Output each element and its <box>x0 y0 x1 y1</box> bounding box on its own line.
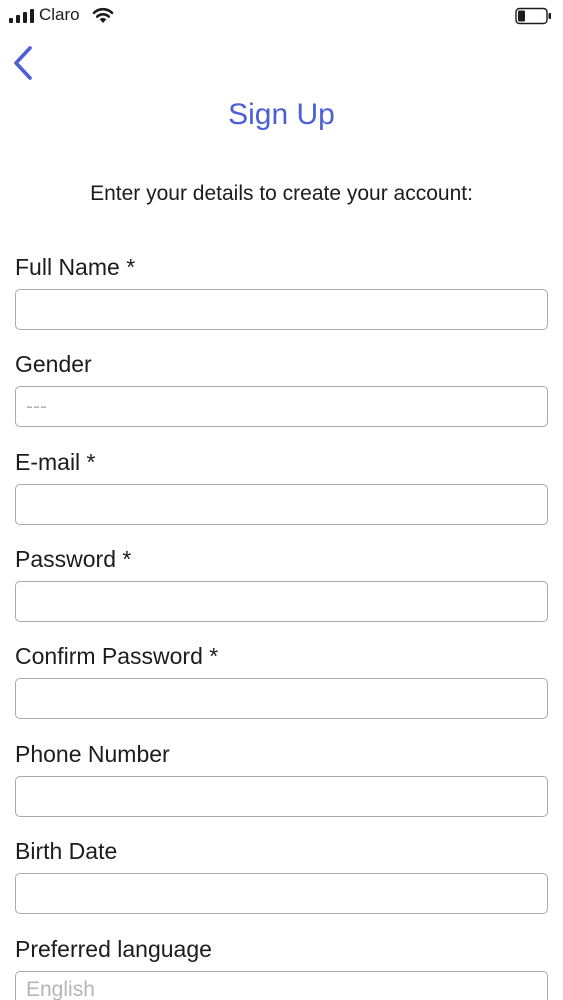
email-input[interactable] <box>15 484 548 525</box>
password-input[interactable] <box>15 581 548 622</box>
preferred-language-select[interactable] <box>15 971 548 1000</box>
cellular-signal-icon <box>9 9 34 23</box>
preferred-language-label: Preferred language <box>15 936 212 962</box>
back-button[interactable] <box>10 44 38 82</box>
status-bar: Claro <box>0 0 563 32</box>
phone-number-label: Phone Number <box>15 741 170 767</box>
battery-icon <box>515 7 551 25</box>
gender-label: Gender <box>15 351 92 377</box>
phone-number-input[interactable] <box>15 776 548 817</box>
wifi-icon <box>92 7 114 23</box>
page-title: Sign Up <box>228 98 335 131</box>
gender-select[interactable] <box>15 386 548 427</box>
chevron-left-icon <box>14 46 32 80</box>
birth-date-input[interactable] <box>15 873 548 914</box>
confirm-password-label: Confirm Password * <box>15 643 219 669</box>
email-label: E-mail * <box>15 449 96 475</box>
password-label: Password * <box>15 546 132 572</box>
confirm-password-input[interactable] <box>15 678 548 719</box>
birth-date-label: Birth Date <box>15 838 118 864</box>
full-name-label: Full Name * <box>15 254 136 280</box>
page-subtitle: Enter your details to create your accoun… <box>90 182 473 205</box>
carrier-name: Claro <box>39 5 80 24</box>
full-name-input[interactable] <box>15 289 548 330</box>
